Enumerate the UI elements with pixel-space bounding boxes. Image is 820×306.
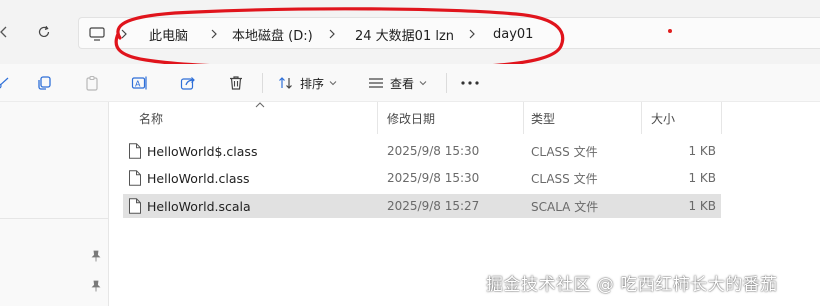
breadcrumb-this-pc[interactable]: 此电脑 <box>149 18 188 50</box>
file-icon <box>129 170 141 186</box>
file-type: SCALA 文件 <box>531 199 599 214</box>
file-modified: 2025/9/8 15:27 <box>387 199 480 213</box>
file-size: 1 KB <box>688 144 716 158</box>
back-icon[interactable] <box>0 20 16 44</box>
pin-icon[interactable] <box>90 250 102 262</box>
file-row[interactable]: HelloWorld$.class 2025/9/8 15:30 CLASS 文… <box>123 139 721 163</box>
share-icon[interactable] <box>178 71 198 95</box>
sort-button[interactable]: 排序 <box>278 71 344 95</box>
toolbar-divider <box>262 73 263 93</box>
svg-text:A: A <box>135 80 141 89</box>
column-header-row: 名称 修改日期 类型 大小 <box>109 102 820 134</box>
file-type: CLASS 文件 <box>531 144 598 159</box>
breadcrumb-folder[interactable]: 24 大数据01 lzn <box>355 18 454 50</box>
more-icon[interactable] <box>458 71 482 95</box>
column-header-size[interactable]: 大小 <box>651 110 675 127</box>
file-row[interactable]: HelloWorld.class 2025/9/8 15:30 CLASS 文件… <box>123 166 721 190</box>
file-icon <box>129 198 141 214</box>
view-label: 查看 <box>390 76 415 91</box>
view-button[interactable]: 查看 <box>368 71 434 95</box>
column-resize-handle[interactable] <box>523 102 524 134</box>
navigation-pane[interactable] <box>0 102 108 306</box>
watermark: 掘金技术社区 @ 吃西红柿长大的番茄 <box>486 275 778 295</box>
column-resize-handle[interactable] <box>641 102 642 134</box>
computer-icon[interactable] <box>89 18 105 50</box>
file-name: HelloWorld.class <box>147 170 250 186</box>
column-header-type[interactable]: 类型 <box>531 110 555 127</box>
refresh-icon[interactable] <box>32 20 56 44</box>
pane-divider-line <box>0 218 108 219</box>
file-name: HelloWorld.scala <box>147 198 251 214</box>
red-dot <box>668 29 672 33</box>
view-icon <box>369 78 383 88</box>
file-modified: 2025/9/8 15:30 <box>387 144 480 158</box>
column-header-modified[interactable]: 修改日期 <box>387 110 435 127</box>
column-resize-handle[interactable] <box>721 102 722 134</box>
paste-icon[interactable] <box>82 71 102 95</box>
file-size: 1 KB <box>688 171 716 185</box>
file-size: 1 KB <box>688 199 716 213</box>
copy-icon[interactable] <box>34 71 54 95</box>
trash-icon[interactable] <box>226 71 246 95</box>
column-header-name[interactable]: 名称 <box>139 110 163 127</box>
chevron-down-icon <box>329 81 337 86</box>
chevron-right-icon[interactable] <box>209 18 219 50</box>
chevron-down-icon <box>419 81 427 86</box>
rename-icon[interactable]: A <box>130 71 150 95</box>
pin-icon[interactable] <box>90 280 102 292</box>
toolbar-divider <box>446 73 447 93</box>
chevron-right-icon[interactable] <box>119 18 129 50</box>
sort-label: 排序 <box>300 76 325 91</box>
cut-icon[interactable] <box>0 71 12 95</box>
address-bar[interactable]: 此电脑 本地磁盘 (D:) 24 大数据01 lzn day01 <box>78 17 820 49</box>
breadcrumb-local-disk[interactable]: 本地磁盘 (D:) <box>232 18 313 50</box>
sort-ascending-icon <box>255 102 265 108</box>
column-resize-handle[interactable] <box>377 102 378 134</box>
chevron-right-icon[interactable] <box>467 18 477 50</box>
file-type: CLASS 文件 <box>531 171 598 186</box>
command-bar: A 排序 查看 <box>0 64 820 102</box>
file-row-selected[interactable]: HelloWorld.scala 2025/9/8 15:27 SCALA 文件… <box>123 194 721 218</box>
chevron-right-icon[interactable] <box>327 18 337 50</box>
address-row: 此电脑 本地磁盘 (D:) 24 大数据01 lzn day01 <box>0 0 820 70</box>
sort-icon <box>279 77 292 89</box>
file-name: HelloWorld$.class <box>147 143 258 159</box>
breadcrumb-current[interactable]: day01 <box>493 18 533 50</box>
file-modified: 2025/9/8 15:30 <box>387 171 480 185</box>
file-icon <box>129 143 141 159</box>
